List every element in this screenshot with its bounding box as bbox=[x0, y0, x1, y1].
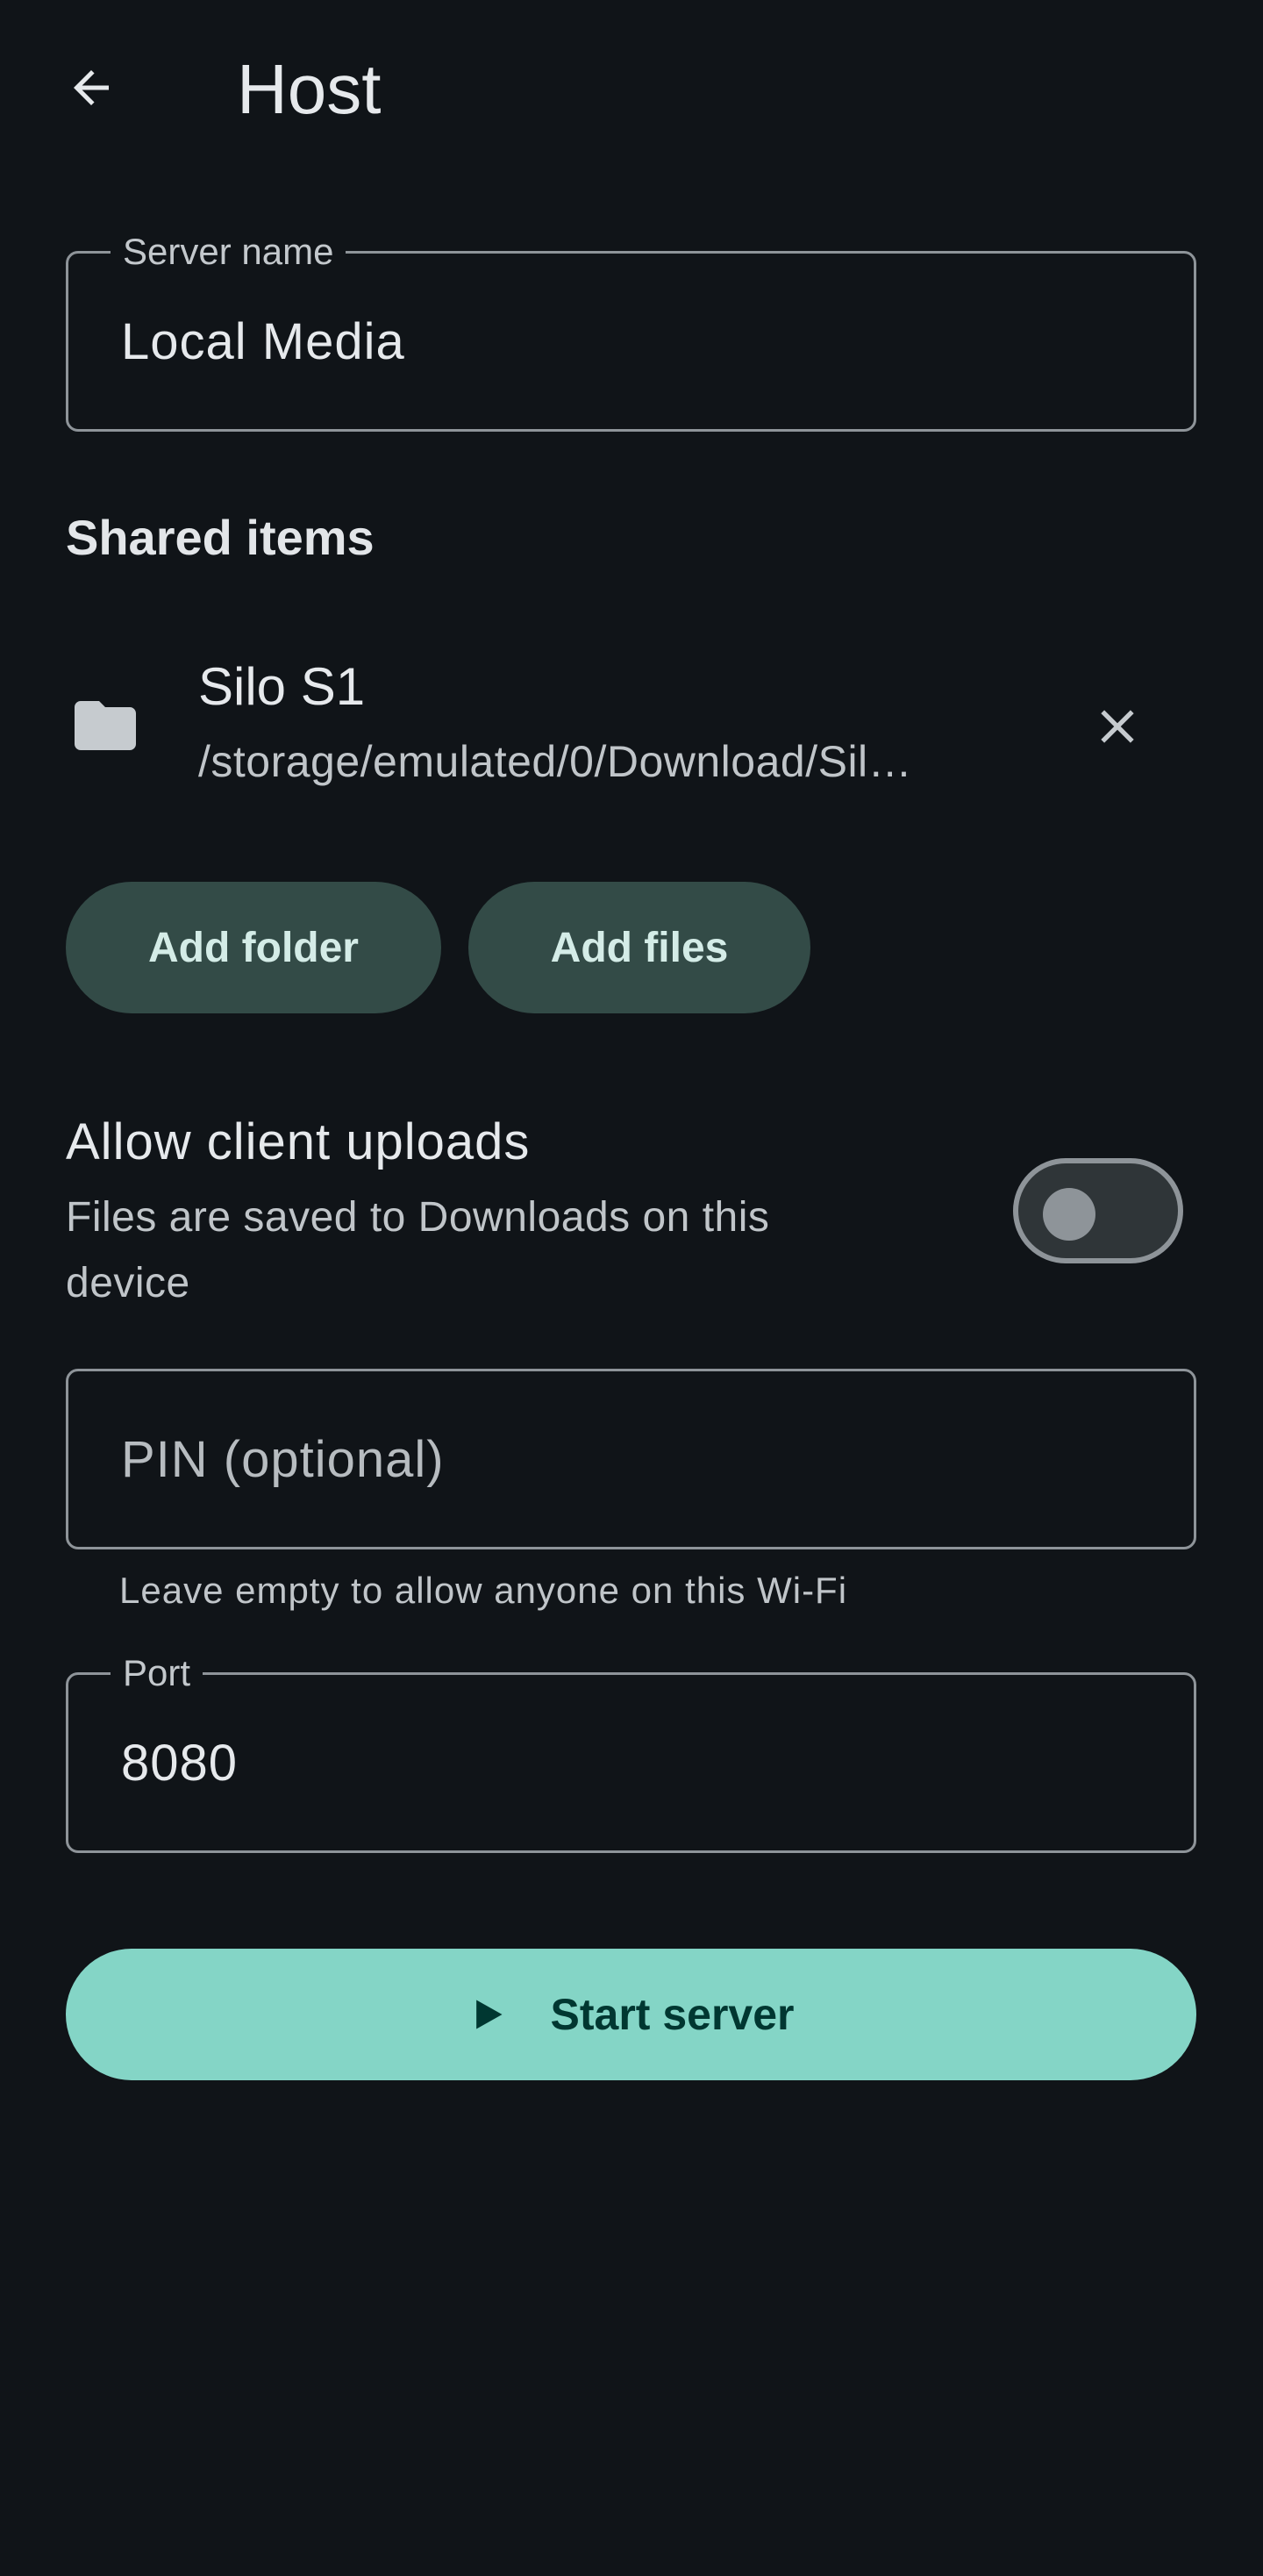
shared-items-heading: Shared items bbox=[66, 510, 375, 565]
pin-helper-text: Leave empty to allow anyone on this Wi-F… bbox=[119, 1570, 848, 1611]
allow-uploads-title: Allow client uploads bbox=[66, 1113, 531, 1170]
pin-field[interactable]: PIN (optional) bbox=[66, 1369, 1196, 1549]
play-icon bbox=[475, 2000, 503, 2029]
shared-item-name: Silo S1 bbox=[198, 657, 366, 716]
add-folder-button[interactable]: Add folder bbox=[66, 882, 441, 1013]
server-name-value[interactable]: Local Media bbox=[121, 254, 405, 429]
start-server-label: Start server bbox=[550, 1990, 795, 2039]
server-name-field[interactable]: Server name Local Media bbox=[66, 229, 1196, 432]
folder-icon bbox=[75, 701, 136, 750]
port-field[interactable]: Port 8080 bbox=[66, 1650, 1196, 1853]
allow-uploads-description: Files are saved to Downloads on this dev… bbox=[66, 1194, 770, 1306]
back-button[interactable] bbox=[46, 42, 137, 133]
arrow-back-icon bbox=[74, 70, 109, 105]
add-files-button[interactable]: Add files bbox=[468, 882, 810, 1013]
page-title: Host bbox=[237, 50, 382, 128]
port-value[interactable]: 8080 bbox=[121, 1675, 238, 1850]
switch-thumb bbox=[1043, 1188, 1095, 1241]
pin-placeholder[interactable]: PIN (optional) bbox=[121, 1371, 445, 1547]
allow-uploads-switch[interactable] bbox=[1013, 1158, 1183, 1263]
shared-item-path: /storage/emulated/0/Download/Sil… bbox=[198, 737, 913, 786]
close-icon bbox=[1101, 710, 1134, 743]
start-server-button[interactable]: Start server bbox=[66, 1949, 1196, 2080]
remove-item-button[interactable] bbox=[1072, 681, 1163, 772]
